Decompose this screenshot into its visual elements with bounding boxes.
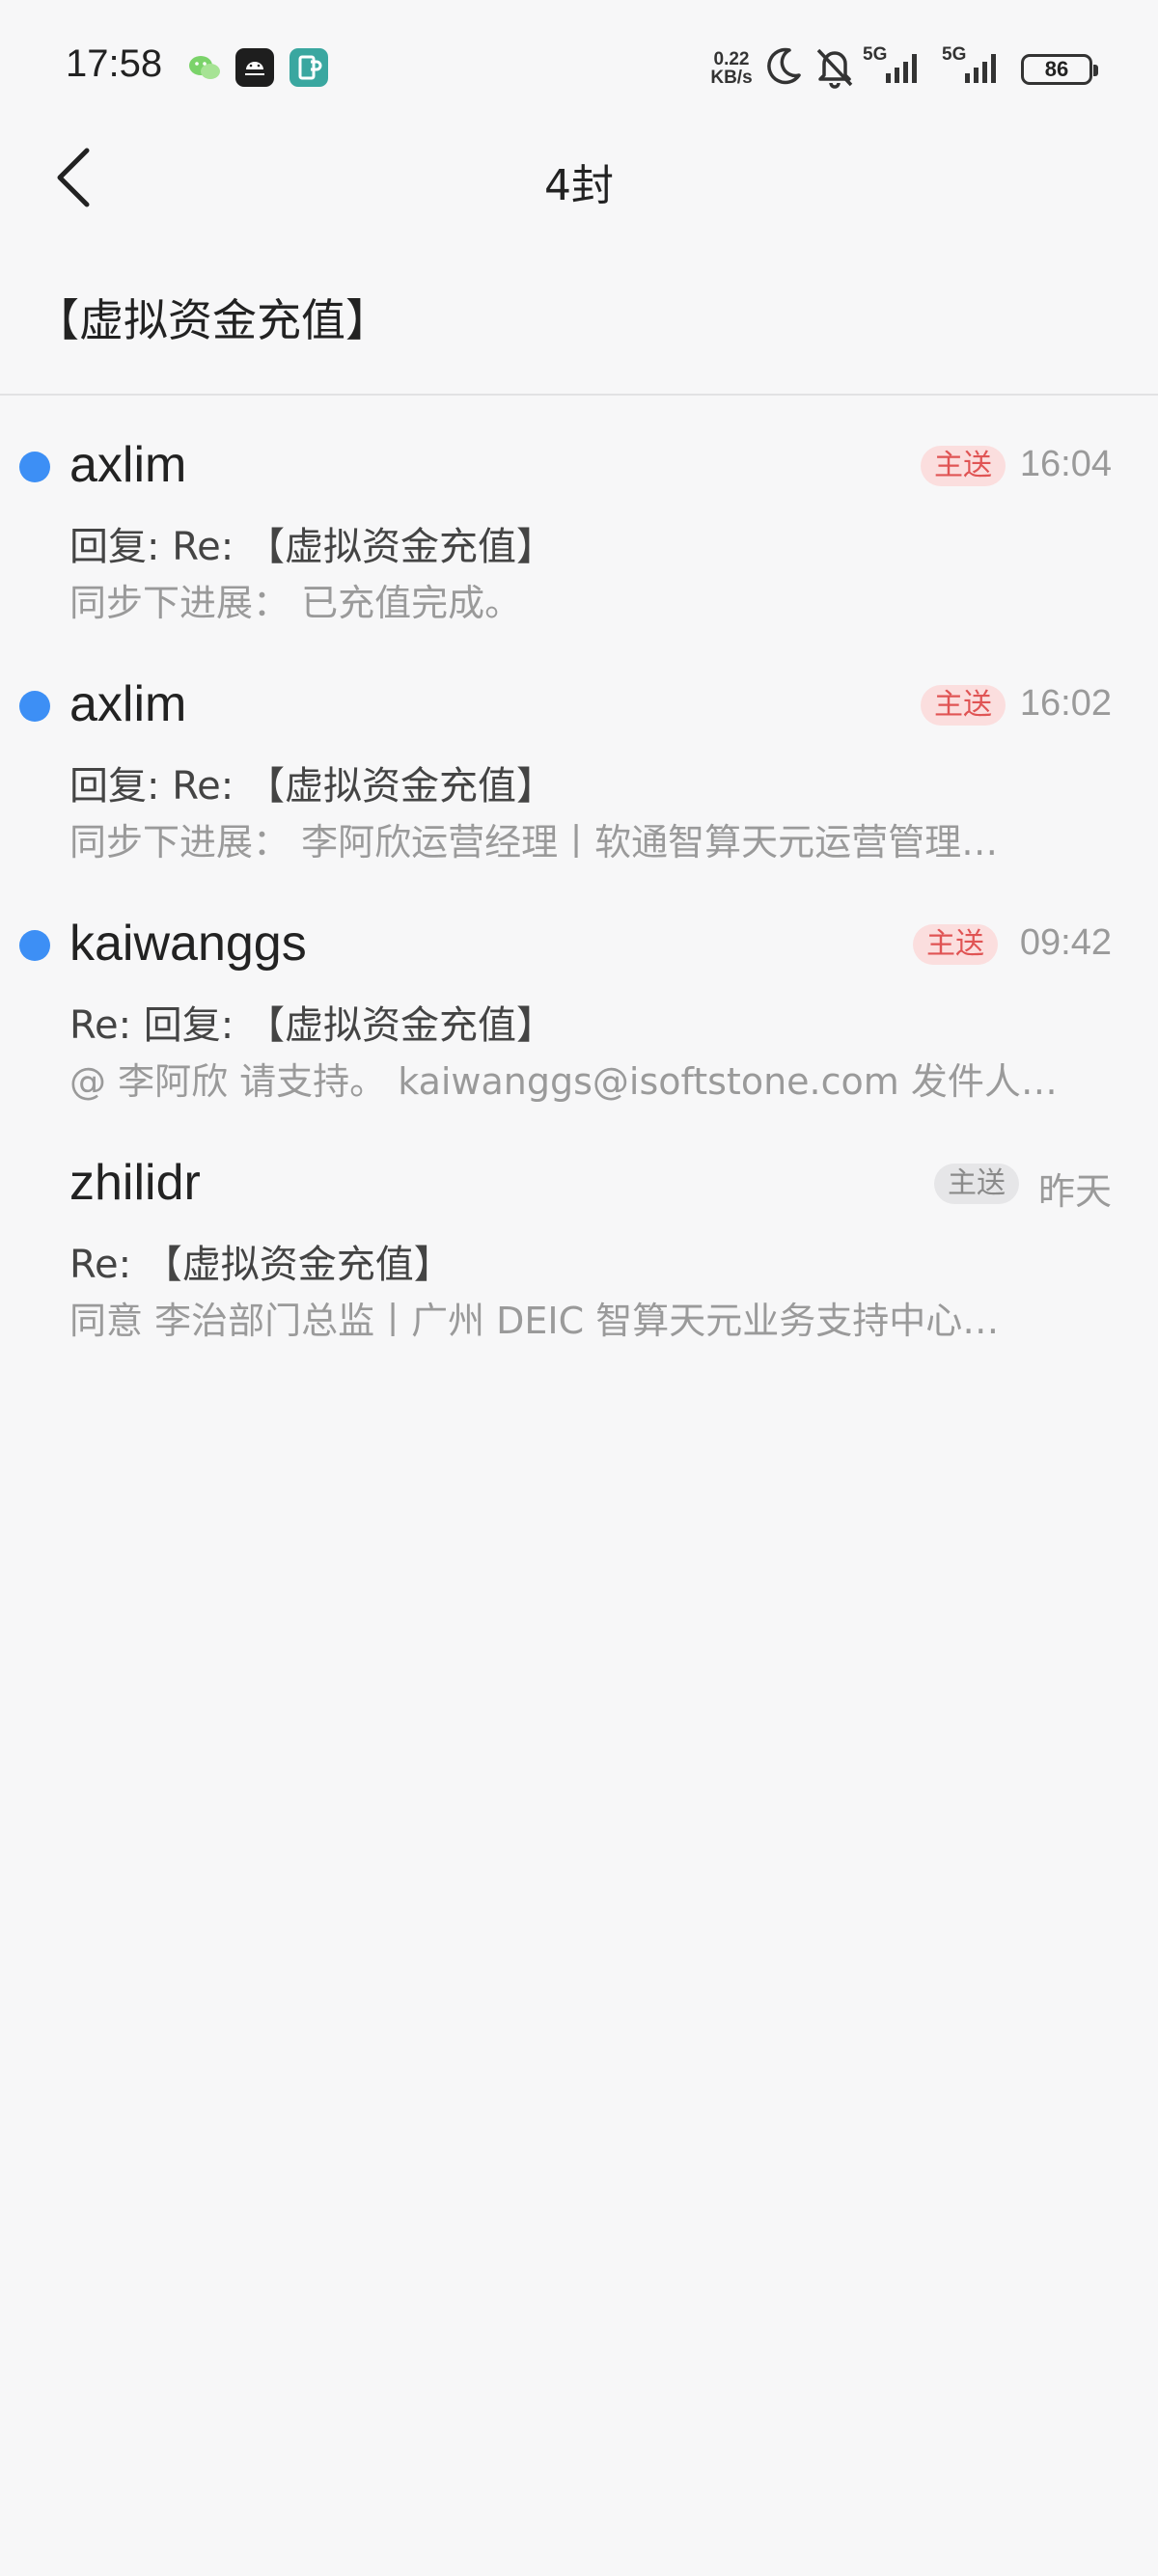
unread-dot: [19, 930, 50, 961]
signal-icon: 5G: [863, 44, 917, 83]
mail-preview: 同步下进展： 李阿欣运营经理丨软通智算天元运营管理…: [69, 821, 999, 863]
wechat-icon: [189, 56, 220, 79]
unread-dot: [19, 452, 50, 482]
network-speed: 0.22 KB/s: [704, 50, 758, 87]
mail-subject: 回复: Re: 【虚拟资金充值】: [69, 764, 555, 808]
android-app-icon: [235, 48, 274, 87]
mail-thread-screen: 17:58 0.22 KB/s 5G 5G 86 4封 【虚拟资金充值】 axl…: [0, 0, 1158, 2576]
battery-icon: 86: [1021, 54, 1098, 85]
mail-list-item[interactable]: axlim 主送 16:02 回复: Re: 【虚拟资金充值】 同步下进展： 李…: [0, 648, 1158, 888]
mail-list-item[interactable]: axlim 主送 16:04 回复: Re: 【虚拟资金充值】 同步下进展： 已…: [0, 409, 1158, 648]
mail-subject: 回复: Re: 【虚拟资金充值】: [69, 525, 555, 569]
mail-subject: Re: 回复: 【虚拟资金充值】: [69, 1003, 555, 1048]
mail-time: 昨天: [1037, 1172, 1112, 1213]
signal-icon-2: 5G: [942, 44, 996, 83]
mail-list-item[interactable]: zhilidr 主送 昨天 Re: 【虚拟资金充值】 同意 李治部门总监丨广州 …: [0, 1127, 1158, 1366]
thread-subject: 【虚拟资金充值】: [35, 294, 390, 346]
network-speed-value: 0.22: [713, 49, 750, 69]
mail-list-item[interactable]: kaiwanggs 主送 09:42 Re: 回复: 【虚拟资金充值】 @ 李阿…: [0, 888, 1158, 1127]
unread-dot: [19, 691, 50, 722]
status-bar: 17:58 0.22 KB/s 5G 5G 86: [0, 0, 1158, 135]
bell-off-icon: [816, 48, 853, 89]
mail-sender: kaiwanggs: [69, 916, 307, 972]
recipient-type-badge: 主送: [934, 1164, 1019, 1204]
svg-text:5G: 5G: [942, 44, 966, 65]
divider: [0, 394, 1158, 396]
network-speed-unit: KB/s: [710, 68, 753, 88]
mail-time: 16:02: [1019, 683, 1112, 724]
status-time: 17:58: [66, 42, 163, 85]
recipient-type-badge: 主送: [921, 446, 1006, 486]
mail-time: 09:42: [1019, 922, 1112, 963]
page-title: 4封: [544, 161, 614, 210]
mail-time: 16:04: [1019, 444, 1112, 484]
mail-preview: @ 李阿欣 请支持。 kaiwanggs@isoftstone.com 发件人…: [69, 1060, 1058, 1103]
recipient-type-badge: 主送: [921, 685, 1006, 726]
moon-icon: [767, 47, 801, 85]
mail-preview: 同步下进展： 已充值完成。: [69, 582, 522, 624]
nav-bar: 4封: [0, 135, 1158, 222]
mail-sender: zhilidr: [69, 1155, 201, 1211]
recipient-type-badge: 主送: [913, 924, 998, 965]
mail-sender: axlim: [69, 676, 187, 732]
mail-sender: axlim: [69, 437, 187, 493]
parking-app-icon: [290, 48, 328, 87]
svg-text:5G: 5G: [863, 44, 887, 65]
mail-subject: Re: 【虚拟资金充值】: [69, 1243, 453, 1287]
mail-preview: 同意 李治部门总监丨广州 DEIC 智算天元业务支持中心…: [69, 1300, 1000, 1342]
